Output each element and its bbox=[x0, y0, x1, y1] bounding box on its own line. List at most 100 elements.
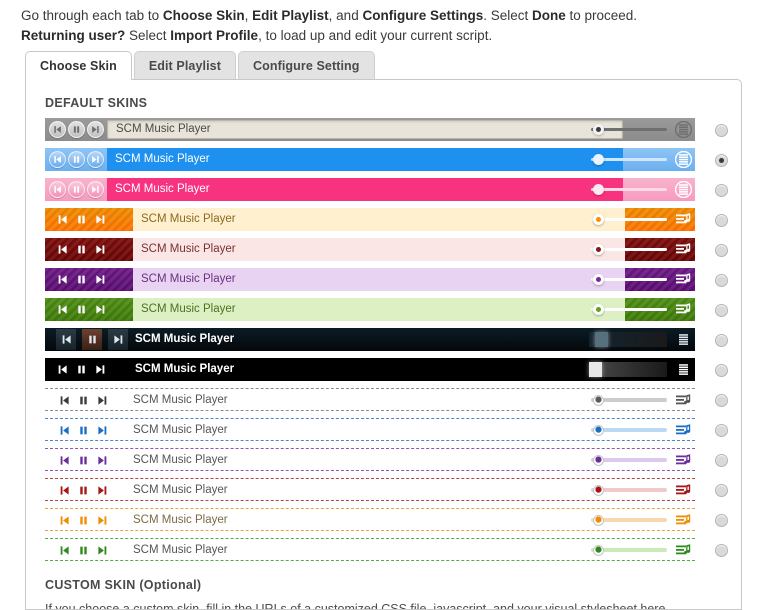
radio-indicator[interactable] bbox=[714, 483, 728, 497]
skin-row[interactable]: SCM Music Player bbox=[45, 236, 731, 266]
prev-button[interactable] bbox=[58, 454, 71, 467]
radio-indicator[interactable] bbox=[714, 423, 728, 437]
volume-slider[interactable] bbox=[585, 298, 680, 321]
playlist-icon[interactable] bbox=[675, 301, 692, 318]
prev-button[interactable] bbox=[58, 394, 71, 407]
next-button[interactable] bbox=[108, 329, 128, 350]
pause-button[interactable] bbox=[68, 151, 85, 168]
skin-row[interactable]: SCM Music Player bbox=[45, 356, 731, 386]
volume-knob[interactable] bbox=[593, 304, 604, 315]
pause-button[interactable] bbox=[77, 454, 90, 467]
prev-button[interactable] bbox=[49, 151, 66, 168]
prev-button[interactable] bbox=[56, 363, 69, 376]
playlist-icon[interactable] bbox=[675, 542, 692, 559]
playlist-icon[interactable] bbox=[675, 211, 692, 228]
skin-row[interactable]: SCM Music Player bbox=[45, 326, 731, 356]
pause-button[interactable] bbox=[75, 243, 88, 256]
skin-row[interactable]: SCM Music Player bbox=[45, 416, 731, 446]
volume-knob[interactable] bbox=[593, 515, 604, 526]
playlist-icon[interactable] bbox=[675, 271, 692, 288]
next-button[interactable] bbox=[96, 454, 109, 467]
volume-knob[interactable] bbox=[593, 485, 604, 496]
skin-row[interactable]: SCM Music Player bbox=[45, 476, 731, 506]
playlist-icon[interactable] bbox=[675, 361, 692, 378]
playlist-icon[interactable] bbox=[674, 180, 693, 199]
skin-radio-gray[interactable] bbox=[711, 120, 731, 140]
volume-knob[interactable] bbox=[593, 425, 604, 436]
volume-slider[interactable] bbox=[585, 539, 680, 560]
skin-radio-light-orange[interactable] bbox=[711, 510, 731, 530]
volume-slider[interactable] bbox=[585, 148, 680, 171]
next-button[interactable] bbox=[94, 213, 107, 226]
prev-button[interactable] bbox=[58, 544, 71, 557]
playlist-icon[interactable] bbox=[675, 512, 692, 529]
next-button[interactable] bbox=[94, 273, 107, 286]
pause-button[interactable] bbox=[75, 303, 88, 316]
playlist-icon[interactable] bbox=[674, 150, 693, 169]
radio-indicator[interactable] bbox=[714, 273, 728, 287]
playlist-icon[interactable] bbox=[675, 392, 692, 409]
radio-indicator[interactable] bbox=[714, 303, 728, 317]
skin-radio-black[interactable] bbox=[711, 360, 731, 380]
volume-slider[interactable] bbox=[585, 178, 680, 201]
skin-radio-light-purple[interactable] bbox=[711, 450, 731, 470]
volume-slider[interactable] bbox=[585, 358, 680, 381]
prev-button[interactable] bbox=[49, 121, 66, 138]
pause-button[interactable] bbox=[82, 329, 102, 350]
playlist-icon[interactable] bbox=[675, 331, 692, 348]
radio-indicator[interactable] bbox=[714, 453, 728, 467]
volume-knob[interactable] bbox=[593, 395, 604, 406]
tab-choose-skin[interactable]: Choose Skin bbox=[25, 51, 132, 80]
skin-radio-darkblue[interactable] bbox=[711, 330, 731, 350]
playlist-icon[interactable] bbox=[675, 241, 692, 258]
radio-indicator[interactable] bbox=[714, 363, 728, 377]
prev-button[interactable] bbox=[56, 273, 69, 286]
next-button[interactable] bbox=[87, 181, 104, 198]
volume-slider[interactable] bbox=[585, 328, 680, 351]
volume-slider[interactable] bbox=[585, 389, 680, 410]
radio-indicator[interactable] bbox=[714, 243, 728, 257]
next-button[interactable] bbox=[87, 121, 104, 138]
prev-button[interactable] bbox=[56, 303, 69, 316]
skin-radio-light-blue[interactable] bbox=[711, 420, 731, 440]
skin-row[interactable]: SCM Music Player bbox=[45, 206, 731, 236]
skin-radio-blue[interactable] bbox=[711, 150, 731, 170]
pause-button[interactable] bbox=[77, 544, 90, 557]
radio-indicator[interactable] bbox=[714, 543, 728, 557]
next-button[interactable] bbox=[96, 394, 109, 407]
volume-slider[interactable] bbox=[585, 509, 680, 530]
prev-button[interactable] bbox=[58, 484, 71, 497]
radio-indicator[interactable] bbox=[714, 513, 728, 527]
volume-slider[interactable] bbox=[585, 419, 680, 440]
skin-row[interactable]: SCM Music Player bbox=[45, 446, 731, 476]
pause-button[interactable] bbox=[75, 363, 88, 376]
skin-radio-purple[interactable] bbox=[711, 270, 731, 290]
volume-slider[interactable] bbox=[585, 268, 680, 291]
prev-button[interactable] bbox=[58, 424, 71, 437]
volume-slider[interactable] bbox=[585, 208, 680, 231]
volume-slider[interactable] bbox=[585, 118, 680, 141]
skin-row[interactable]: SCM Music Player bbox=[45, 506, 731, 536]
volume-knob[interactable] bbox=[593, 274, 604, 285]
volume-knob[interactable] bbox=[595, 332, 608, 347]
next-button[interactable] bbox=[94, 303, 107, 316]
volume-slider[interactable] bbox=[585, 449, 680, 470]
pause-button[interactable] bbox=[68, 121, 85, 138]
radio-indicator[interactable] bbox=[714, 393, 728, 407]
radio-indicator[interactable] bbox=[714, 123, 728, 137]
volume-knob[interactable] bbox=[593, 154, 604, 165]
volume-knob[interactable] bbox=[589, 362, 602, 377]
radio-indicator[interactable] bbox=[714, 333, 728, 347]
next-button[interactable] bbox=[96, 514, 109, 527]
skin-row[interactable]: SCM Music Player bbox=[45, 266, 731, 296]
volume-knob[interactable] bbox=[593, 214, 604, 225]
prev-button[interactable] bbox=[56, 243, 69, 256]
pause-button[interactable] bbox=[77, 394, 90, 407]
pause-button[interactable] bbox=[75, 273, 88, 286]
next-button[interactable] bbox=[96, 424, 109, 437]
radio-indicator[interactable] bbox=[714, 183, 728, 197]
volume-knob[interactable] bbox=[593, 455, 604, 466]
pause-button[interactable] bbox=[77, 484, 90, 497]
next-button[interactable] bbox=[96, 484, 109, 497]
skin-row[interactable]: SCM Music Player bbox=[45, 386, 731, 416]
